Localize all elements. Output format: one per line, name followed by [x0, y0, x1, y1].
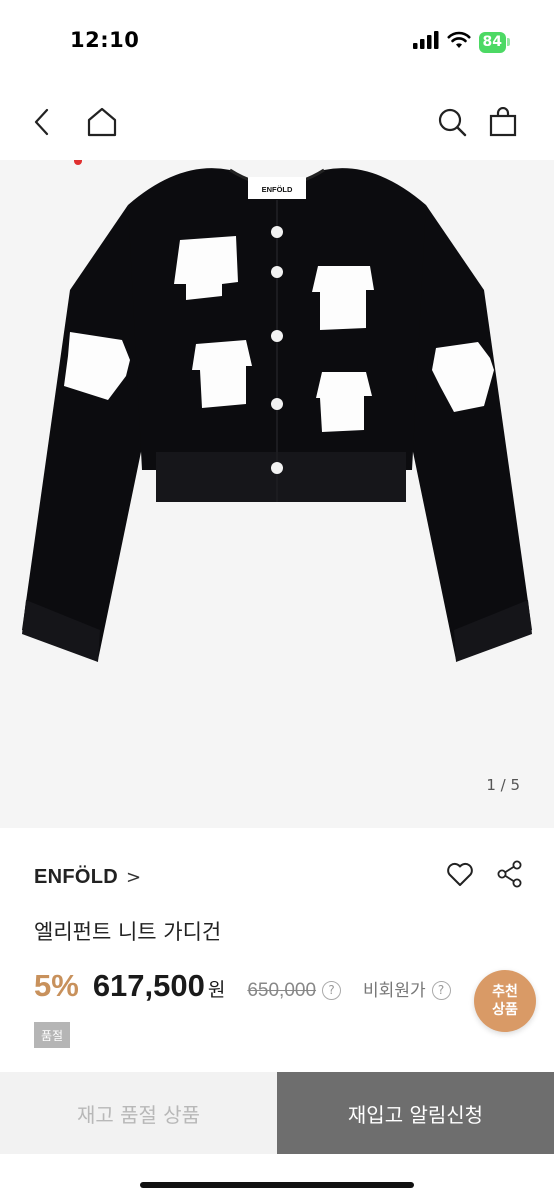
- search-icon: [437, 107, 467, 141]
- brand-link[interactable]: ENFÖLD >: [34, 866, 141, 889]
- sale-price: 617,500: [92, 968, 205, 1003]
- product-image-carousel[interactable]: ENFÖLD 1 / 5: [0, 160, 554, 828]
- help-icon[interactable]: ?: [322, 980, 342, 1000]
- status-bar: 12:10 84: [0, 0, 554, 80]
- recommend-label-line1: 추천: [492, 984, 518, 1000]
- nav-bar: [0, 92, 554, 156]
- restock-alert-button[interactable]: 재입고 알림신청: [277, 1072, 554, 1154]
- price-row: 5% 617,500 원 650,000 ? 비회원가 ?: [34, 968, 451, 1004]
- share-button[interactable]: [494, 860, 526, 892]
- product-info: ENFÖLD > 엘리펀트 니트 가디건 5% 617,500 원 650,00…: [0, 828, 554, 1070]
- bottom-action-bar: 재고 품절 상품 재입고 알림신청: [0, 1072, 554, 1154]
- bag-icon: [489, 106, 517, 141]
- battery-icon: 84: [478, 31, 510, 53]
- soldout-badge: 품절: [34, 1022, 70, 1048]
- back-icon: [32, 107, 52, 141]
- home-icon: [86, 107, 118, 141]
- soldout-button: 재고 품절 상품: [0, 1072, 277, 1154]
- chevron-right-icon: >: [126, 867, 142, 888]
- recommend-label-line2: 상품: [492, 1002, 518, 1018]
- non-member-price-label: 비회원가: [363, 981, 426, 1001]
- battery-level: 84: [478, 31, 506, 53]
- signal-icon: [412, 31, 439, 53]
- home-button[interactable]: [80, 102, 124, 146]
- heart-icon: [446, 861, 474, 891]
- recommended-products-button[interactable]: 추천 상품: [474, 970, 536, 1032]
- wifi-icon: [447, 31, 471, 53]
- discount-rate: 5%: [34, 968, 79, 1003]
- original-price: 650,000: [247, 980, 317, 1001]
- image-counter: 1 / 5: [486, 776, 520, 794]
- battery-tip: [507, 38, 510, 46]
- home-indicator: [140, 1182, 414, 1188]
- status-indicators: 84: [412, 30, 510, 54]
- cart-button[interactable]: [481, 102, 525, 146]
- garment-label: ENFÖLD: [262, 185, 293, 194]
- help-icon[interactable]: ?: [431, 980, 451, 1000]
- brand-name: ENFÖLD: [34, 866, 119, 888]
- wishlist-button[interactable]: [444, 860, 476, 892]
- product-photo: ENFÖLD: [22, 168, 532, 662]
- status-time: 12:10: [70, 28, 140, 52]
- back-button[interactable]: [20, 102, 64, 146]
- search-button[interactable]: [430, 102, 474, 146]
- product-name: 엘리펀트 니트 가디건: [34, 920, 222, 944]
- share-icon: [497, 860, 523, 892]
- currency-unit: 원: [207, 979, 226, 1001]
